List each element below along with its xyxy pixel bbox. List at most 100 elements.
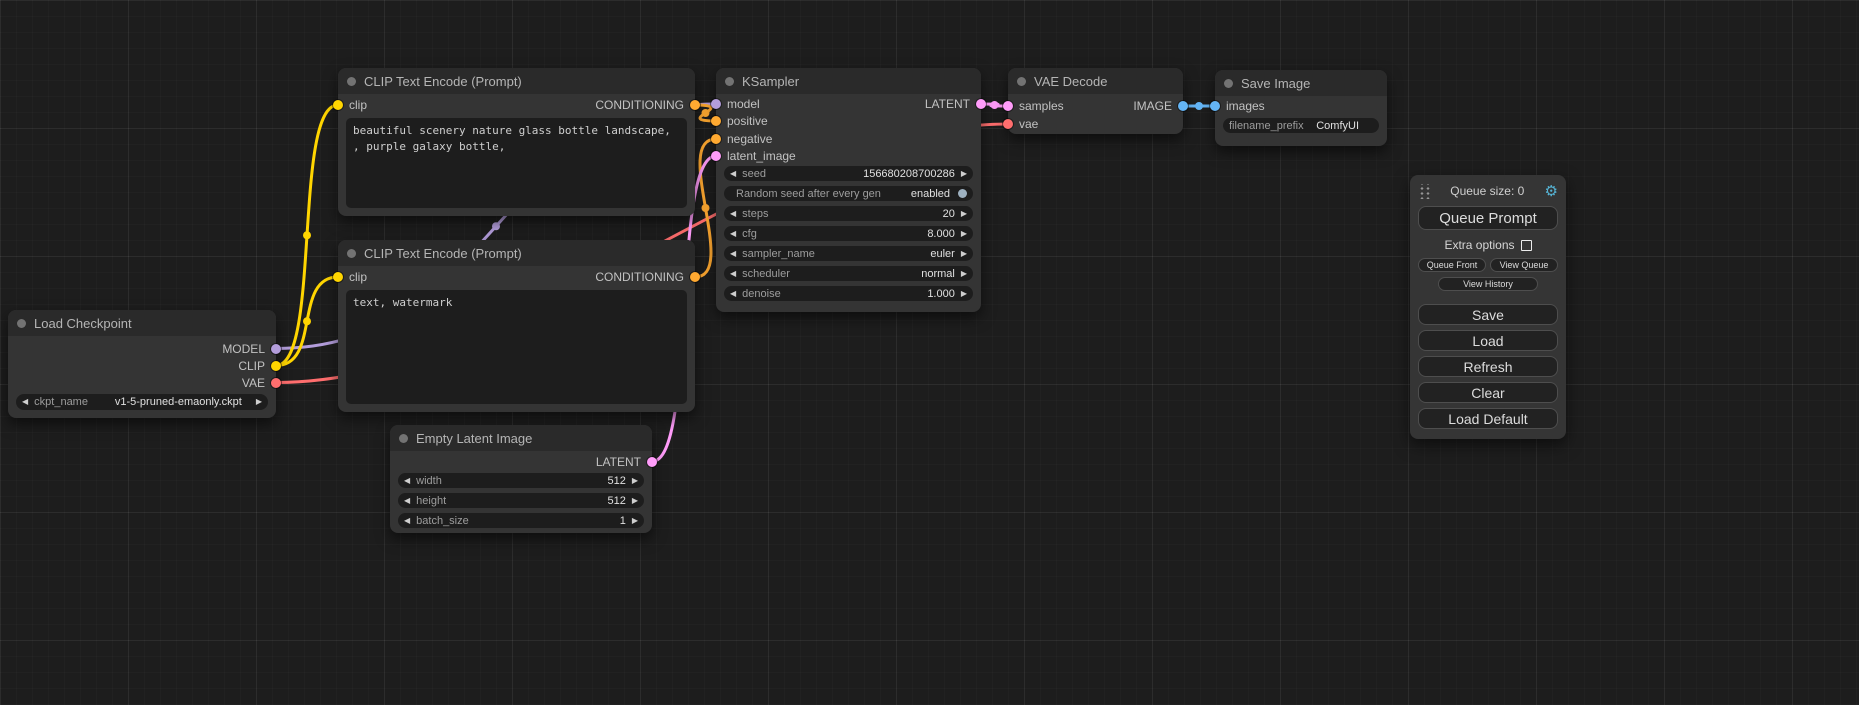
- output-port-conditioning[interactable]: [690, 100, 700, 110]
- clear-button[interactable]: Clear: [1418, 382, 1558, 403]
- decrement-arrow[interactable]: ◀: [22, 398, 28, 406]
- load-default-button[interactable]: Load Default: [1418, 408, 1558, 429]
- node-header[interactable]: CLIP Text Encode (Prompt): [338, 240, 695, 266]
- load-button[interactable]: Load: [1418, 330, 1558, 351]
- increment-arrow[interactable]: ▶: [961, 170, 967, 178]
- decrement-arrow[interactable]: ◀: [730, 210, 736, 218]
- decrement-arrow[interactable]: ◀: [730, 170, 736, 178]
- output-port-model[interactable]: [271, 344, 281, 354]
- prompt-textarea[interactable]: text, watermark: [346, 290, 687, 404]
- widget-height[interactable]: ◀ height 512 ▶: [398, 493, 644, 508]
- decrement-arrow[interactable]: ◀: [730, 270, 736, 278]
- decrement-arrow[interactable]: ◀: [730, 290, 736, 298]
- increment-arrow[interactable]: ▶: [961, 210, 967, 218]
- refresh-button[interactable]: Refresh: [1418, 356, 1558, 377]
- decrement-arrow[interactable]: ◀: [730, 250, 736, 258]
- toggle-dot[interactable]: [958, 189, 967, 198]
- view-history-button[interactable]: View History: [1438, 277, 1539, 291]
- input-port-clip[interactable]: [333, 272, 343, 282]
- queue-prompt-button[interactable]: Queue Prompt: [1418, 206, 1558, 230]
- node-header[interactable]: KSampler: [716, 68, 981, 94]
- collapse-dot[interactable]: [399, 434, 408, 443]
- increment-arrow[interactable]: ▶: [632, 517, 638, 525]
- decrement-arrow[interactable]: ◀: [404, 497, 410, 505]
- extra-options-checkbox[interactable]: [1521, 240, 1532, 251]
- collapse-dot[interactable]: [725, 77, 734, 86]
- widget-seed[interactable]: ◀ seed 156680208700286 ▶: [724, 166, 973, 181]
- node-clip-text-encode-positive[interactable]: CLIP Text Encode (Prompt) clip CONDITION…: [338, 68, 695, 216]
- output-label-vae: VAE: [242, 376, 265, 390]
- node-graph-canvas[interactable]: Load Checkpoint MODEL CLIP VAE ◀ ckpt_na…: [0, 0, 1859, 705]
- node-empty-latent-image[interactable]: Empty Latent Image LATENT ◀ width 512 ▶ …: [390, 425, 652, 533]
- widget-ckpt-name[interactable]: ◀ ckpt_name v1-5-pruned-emaonly.ckpt ▶: [16, 394, 268, 410]
- input-label-clip: clip: [349, 270, 367, 284]
- input-label-latent-image: latent_image: [727, 149, 796, 163]
- input-port-clip[interactable]: [333, 100, 343, 110]
- node-clip-text-encode-negative[interactable]: CLIP Text Encode (Prompt) clip CONDITION…: [338, 240, 695, 412]
- collapse-dot[interactable]: [1224, 79, 1233, 88]
- node-header[interactable]: CLIP Text Encode (Prompt): [338, 68, 695, 94]
- node-load-checkpoint[interactable]: Load Checkpoint MODEL CLIP VAE ◀ ckpt_na…: [8, 310, 276, 418]
- collapse-dot[interactable]: [17, 319, 26, 328]
- widget-label: Random seed after every gen: [736, 188, 881, 200]
- save-button[interactable]: Save: [1418, 304, 1558, 325]
- increment-arrow[interactable]: ▶: [961, 250, 967, 258]
- widget-cfg[interactable]: ◀ cfg 8.000 ▶: [724, 226, 973, 241]
- widget-filename-prefix[interactable]: filename_prefix ComfyUI: [1223, 118, 1379, 133]
- increment-arrow[interactable]: ▶: [632, 497, 638, 505]
- queue-size-label: Queue size: 0: [1430, 184, 1545, 198]
- output-port-clip[interactable]: [271, 361, 281, 371]
- widget-random-seed-toggle[interactable]: Random seed after every gen enabled: [724, 186, 973, 201]
- node-header[interactable]: Save Image: [1215, 70, 1387, 96]
- widget-scheduler[interactable]: ◀ scheduler normal ▶: [724, 266, 973, 281]
- settings-gear-icon[interactable]: ⚙: [1545, 184, 1558, 199]
- output-label-image: IMAGE: [1133, 99, 1172, 113]
- node-header[interactable]: VAE Decode: [1008, 68, 1183, 94]
- collapse-dot[interactable]: [347, 77, 356, 86]
- queue-front-button[interactable]: Queue Front: [1418, 258, 1486, 272]
- input-label-model: model: [727, 97, 760, 111]
- view-queue-button[interactable]: View Queue: [1490, 258, 1558, 272]
- output-label-model: MODEL: [222, 342, 265, 356]
- node-header[interactable]: Empty Latent Image: [390, 425, 652, 451]
- input-port-samples[interactable]: [1003, 101, 1013, 111]
- increment-arrow[interactable]: ▶: [961, 270, 967, 278]
- widget-width[interactable]: ◀ width 512 ▶: [398, 473, 644, 488]
- widget-sampler-name[interactable]: ◀ sampler_name euler ▶: [724, 246, 973, 261]
- input-port-negative[interactable]: [711, 134, 721, 144]
- collapse-dot[interactable]: [347, 249, 356, 258]
- output-port-vae[interactable]: [271, 378, 281, 388]
- increment-arrow[interactable]: ▶: [632, 477, 638, 485]
- output-port-conditioning[interactable]: [690, 272, 700, 282]
- widget-label: seed: [742, 168, 766, 180]
- decrement-arrow[interactable]: ◀: [730, 230, 736, 238]
- input-port-positive[interactable]: [711, 116, 721, 126]
- widget-denoise[interactable]: ◀ denoise 1.000 ▶: [724, 286, 973, 301]
- panel-drag-handle[interactable]: [1418, 184, 1430, 199]
- node-title: Save Image: [1241, 76, 1310, 91]
- decrement-arrow[interactable]: ◀: [404, 477, 410, 485]
- node-header[interactable]: Load Checkpoint: [8, 310, 276, 336]
- node-ksampler[interactable]: KSampler model LATENT positive negative …: [716, 68, 981, 312]
- widget-steps[interactable]: ◀ steps 20 ▶: [724, 206, 973, 221]
- output-port-latent[interactable]: [976, 99, 986, 109]
- increment-arrow[interactable]: ▶: [961, 290, 967, 298]
- node-vae-decode[interactable]: VAE Decode samples IMAGE vae: [1008, 68, 1183, 134]
- input-port-latent-image[interactable]: [711, 151, 721, 161]
- node-save-image[interactable]: Save Image images filename_prefix ComfyU…: [1215, 70, 1387, 146]
- widget-value: v1-5-pruned-emaonly.ckpt: [115, 396, 242, 408]
- increment-arrow[interactable]: ▶: [256, 398, 262, 406]
- decrement-arrow[interactable]: ◀: [404, 517, 410, 525]
- widget-label: steps: [742, 208, 768, 220]
- input-port-model[interactable]: [711, 99, 721, 109]
- input-port-vae[interactable]: [1003, 119, 1013, 129]
- widget-label: scheduler: [742, 268, 790, 280]
- output-port-latent[interactable]: [647, 457, 657, 467]
- input-port-images[interactable]: [1210, 101, 1220, 111]
- node-title: Empty Latent Image: [416, 431, 532, 446]
- prompt-textarea[interactable]: beautiful scenery nature glass bottle la…: [346, 118, 687, 208]
- output-port-image[interactable]: [1178, 101, 1188, 111]
- collapse-dot[interactable]: [1017, 77, 1026, 86]
- increment-arrow[interactable]: ▶: [961, 230, 967, 238]
- widget-batch-size[interactable]: ◀ batch_size 1 ▶: [398, 513, 644, 528]
